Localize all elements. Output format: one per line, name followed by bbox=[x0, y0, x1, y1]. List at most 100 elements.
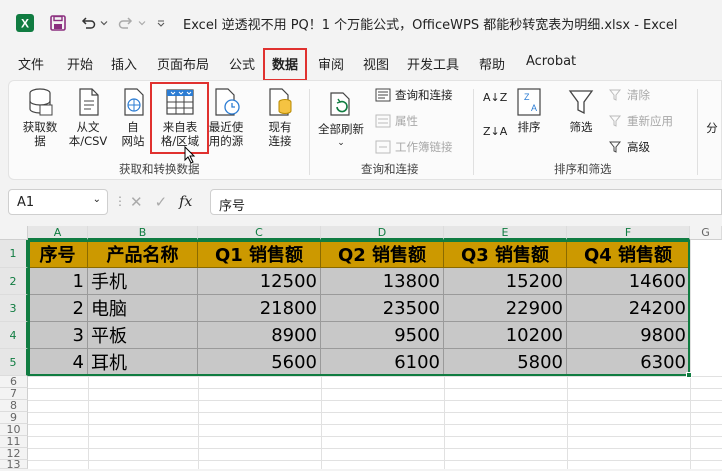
data-cell[interactable]: 12500 bbox=[198, 268, 321, 295]
data-cell[interactable]: 5800 bbox=[444, 349, 567, 376]
data-cell[interactable]: 手机 bbox=[88, 268, 198, 295]
workbook-links-button[interactable]: 工作簿链接 bbox=[375, 139, 453, 155]
svg-text:Z: Z bbox=[524, 92, 530, 102]
data-cell[interactable]: 平板 bbox=[88, 322, 198, 349]
split-button[interactable]: 分 bbox=[705, 121, 719, 135]
select-all-corner[interactable] bbox=[0, 226, 28, 240]
data-cell[interactable]: 6300 bbox=[567, 349, 690, 376]
reapply-button[interactable]: 重新应用 bbox=[609, 113, 673, 129]
header-cell[interactable]: 序号 bbox=[28, 240, 88, 268]
tab-developer[interactable]: 开发工具 bbox=[407, 54, 459, 73]
properties-button[interactable]: 属性 bbox=[375, 113, 418, 129]
get-data-button[interactable]: 获取数 据 bbox=[17, 87, 63, 148]
undo-dropdown-icon[interactable] bbox=[99, 12, 109, 34]
data-cell[interactable]: 4 bbox=[28, 349, 88, 376]
worksheet-grid[interactable]: A B C D E F G 1 2 3 4 5 6 7 8 9 10 11 12… bbox=[0, 226, 722, 471]
tab-formulas[interactable]: 公式 bbox=[229, 54, 255, 73]
data-cell[interactable]: 9500 bbox=[321, 322, 444, 349]
data-cell[interactable]: 21800 bbox=[198, 295, 321, 322]
row-header[interactable]: 4 bbox=[0, 322, 28, 349]
header-cell[interactable]: Q4 销售额 bbox=[567, 240, 690, 268]
data-cell[interactable]: 电脑 bbox=[88, 295, 198, 322]
tab-home[interactable]: 开始 bbox=[67, 54, 93, 73]
queries-connections-button[interactable]: 查询和连接 bbox=[375, 87, 453, 103]
sort-descending-button[interactable]: Z↓A bbox=[483, 125, 507, 138]
name-box-dropdown-icon[interactable]: ⌄ bbox=[93, 194, 101, 205]
row-header[interactable]: 1 bbox=[0, 240, 28, 268]
formula-input[interactable]: 序号 bbox=[210, 189, 722, 215]
gridline bbox=[444, 376, 445, 469]
group-queries-label: 查询和连接 bbox=[361, 162, 419, 176]
recent-sources-button[interactable]: 最近使 用的源 bbox=[205, 87, 247, 148]
column-header-f[interactable]: F bbox=[567, 226, 690, 240]
insert-function-icon[interactable]: fx bbox=[179, 194, 192, 210]
clear-filter-icon bbox=[609, 89, 622, 101]
row-header[interactable]: 3 bbox=[0, 295, 28, 322]
data-cell[interactable]: 8900 bbox=[198, 322, 321, 349]
empty-rows[interactable] bbox=[28, 376, 722, 469]
save-icon[interactable] bbox=[48, 12, 68, 34]
data-cell[interactable]: 23500 bbox=[321, 295, 444, 322]
filter-icon bbox=[568, 90, 594, 115]
enter-icon[interactable]: ✓ bbox=[155, 193, 168, 211]
data-cell[interactable]: 3 bbox=[28, 322, 88, 349]
row-header[interactable]: 5 bbox=[0, 349, 28, 376]
tab-file[interactable]: 文件 bbox=[18, 54, 44, 73]
tab-data-highlight bbox=[263, 48, 307, 81]
name-box[interactable]: A1 ⌄ bbox=[8, 189, 108, 215]
data-cell[interactable]: 22900 bbox=[444, 295, 567, 322]
cancel-icon[interactable]: ✕ bbox=[130, 193, 143, 211]
row-header[interactable]: 13 bbox=[0, 458, 28, 471]
data-cell[interactable]: 耳机 bbox=[88, 349, 198, 376]
sort-icon: ZA bbox=[517, 88, 541, 116]
header-cell[interactable]: 产品名称 bbox=[88, 240, 198, 268]
sort-ascending-button[interactable]: A↓Z bbox=[483, 91, 507, 104]
from-web-button[interactable]: 自 网站 bbox=[113, 87, 153, 148]
header-cell[interactable]: Q1 销售额 bbox=[198, 240, 321, 268]
row-header[interactable]: 2 bbox=[0, 268, 28, 295]
refresh-dropdown-icon[interactable]: ⌄ bbox=[315, 136, 367, 150]
tab-help[interactable]: 帮助 bbox=[479, 54, 505, 73]
column-header-c[interactable]: C bbox=[198, 226, 321, 240]
refresh-all-button[interactable]: 全部刷新 ⌄ bbox=[315, 89, 367, 150]
existing-connections-button[interactable]: 现有 连接 bbox=[259, 87, 301, 148]
gridline bbox=[88, 376, 89, 469]
redo-dropdown-icon[interactable] bbox=[137, 12, 147, 34]
column-header-d[interactable]: D bbox=[321, 226, 444, 240]
from-text-csv-button[interactable]: 从文 本/CSV bbox=[65, 87, 111, 148]
filter-button[interactable]: 筛选 bbox=[563, 87, 599, 134]
column-header-b[interactable]: B bbox=[88, 226, 198, 240]
fill-handle[interactable] bbox=[686, 372, 692, 378]
advanced-filter-button[interactable]: 高级 bbox=[609, 139, 650, 155]
data-cell[interactable]: 5600 bbox=[198, 349, 321, 376]
header-cell[interactable]: Q3 销售额 bbox=[444, 240, 567, 268]
clear-filter-button[interactable]: 清除 bbox=[609, 87, 650, 103]
data-cell[interactable]: 10200 bbox=[444, 322, 567, 349]
ribbon-separator bbox=[473, 89, 474, 175]
data-cell[interactable]: 15200 bbox=[444, 268, 567, 295]
tab-acrobat[interactable]: Acrobat bbox=[526, 54, 576, 69]
advanced-filter-icon bbox=[609, 141, 622, 153]
data-cell[interactable]: 9800 bbox=[567, 322, 690, 349]
data-cell[interactable]: 13800 bbox=[321, 268, 444, 295]
redo-icon[interactable] bbox=[116, 12, 136, 34]
column-header-e[interactable]: E bbox=[444, 226, 567, 240]
tab-page-layout[interactable]: 页面布局 bbox=[157, 54, 209, 73]
column-header-g[interactable]: G bbox=[690, 226, 722, 240]
queries-connections-label: 查询和连接 bbox=[395, 88, 453, 102]
data-cell[interactable]: 14600 bbox=[567, 268, 690, 295]
group-sort-filter-label: 排序和筛选 bbox=[554, 162, 612, 176]
undo-icon[interactable] bbox=[78, 12, 98, 34]
tab-review[interactable]: 审阅 bbox=[318, 54, 344, 73]
customize-toolbar-icon[interactable] bbox=[154, 12, 168, 34]
data-cell[interactable]: 6100 bbox=[321, 349, 444, 376]
tab-insert[interactable]: 插入 bbox=[111, 54, 137, 73]
data-cell[interactable]: 1 bbox=[28, 268, 88, 295]
data-cell[interactable]: 24200 bbox=[567, 295, 690, 322]
mouse-cursor-icon bbox=[184, 145, 196, 167]
header-cell[interactable]: Q2 销售额 bbox=[321, 240, 444, 268]
tab-view[interactable]: 视图 bbox=[363, 54, 389, 73]
sort-button[interactable]: ZA 排序 bbox=[511, 87, 547, 134]
column-header-a[interactable]: A bbox=[28, 226, 88, 240]
data-cell[interactable]: 2 bbox=[28, 295, 88, 322]
